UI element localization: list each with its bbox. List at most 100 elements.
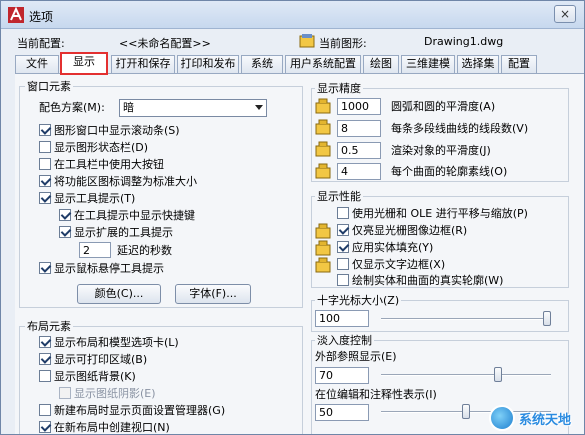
tab-plot-publish[interactable]: 打印和发布 [177, 55, 239, 73]
xref-fade-input[interactable]: 70 [315, 367, 369, 384]
checkbox-label: 在工具提示中显示快捷键 [74, 209, 195, 222]
window-title: 选项 [29, 10, 54, 24]
drawing-file-icon [299, 34, 315, 48]
checkbox-large-buttons[interactable]: 在工具栏中使用大按钮 [39, 158, 164, 174]
crosshair-size-slider-track[interactable] [381, 318, 551, 320]
tab-system[interactable]: 系统 [241, 55, 283, 73]
crosshair-size-title: 十字光标大小(Z) [315, 292, 402, 308]
fonts-button[interactable]: 字体(F)... [175, 284, 251, 304]
current-drawing-value: Drawing1.dwg [424, 35, 504, 48]
tab-user-preferences[interactable]: 用户系统配置 [285, 55, 361, 73]
checkbox-text-boundary[interactable]: 仅显示文字边框(X) [337, 258, 445, 274]
checkbox-show-tooltips[interactable]: 显示工具提示(T) [39, 192, 135, 208]
tab-open-save[interactable]: 打开和保存 [111, 55, 175, 73]
xref-fade-slider-thumb[interactable] [494, 367, 503, 382]
delay-seconds-input[interactable]: 2 [79, 242, 111, 258]
checkbox-box[interactable] [39, 370, 51, 382]
arc-smoothness-label: 圆弧和圆的平滑度(A) [391, 100, 496, 113]
rendered-smoothness-label: 渲染对象的平滑度(J) [391, 144, 491, 157]
checkbox-resize-ribbon-icons[interactable]: 将功能区图标调整为标准大小 [39, 175, 197, 191]
checkbox-rollover-tooltips[interactable]: 显示鼠标悬停工具提示 [39, 262, 164, 278]
checkbox-show-scrollbars[interactable]: 图形窗口中显示滚动条(S) [39, 124, 180, 140]
checkbox-box[interactable] [337, 207, 349, 219]
checkbox-box[interactable] [39, 175, 51, 187]
checkbox-apply-solid-fill[interactable]: 应用实体填充(Y) [337, 241, 433, 257]
checkbox-box[interactable] [337, 241, 349, 253]
checkbox-box[interactable] [39, 158, 51, 170]
tab-profiles[interactable]: 配置 [501, 55, 537, 73]
checkbox-box[interactable] [59, 209, 71, 221]
checkbox-create-viewport[interactable]: 在新布局中创建视口(N) [39, 421, 170, 434]
checkbox-pan-zoom-raster-ole[interactable]: 使用光栅和 OLE 进行平移与缩放(P) [337, 207, 528, 223]
checkbox-label: 显示可打印区域(B) [54, 353, 148, 366]
checkbox-highlight-raster-frame[interactable]: 仅亮显光栅图像边框(R) [337, 224, 467, 240]
close-button[interactable]: × [554, 5, 576, 23]
current-profile-label: 当前配置: [17, 37, 65, 50]
checkbox-page-setup-manager[interactable]: 新建布局时显示页面设置管理器(G) [39, 404, 225, 420]
checkbox-box[interactable] [39, 421, 51, 433]
checkbox-label: 在新布局中创建视口(N) [54, 421, 170, 434]
xref-fade-slider-track[interactable] [381, 374, 551, 376]
checkbox-box[interactable] [39, 192, 51, 204]
color-scheme-select[interactable]: 暗 [119, 99, 267, 117]
checkbox-label: 将功能区图标调整为标准大小 [54, 175, 197, 188]
color-scheme-value: 暗 [123, 101, 134, 114]
polyline-segments-label: 每条多段线曲线的线段数(V) [391, 122, 529, 135]
colors-button[interactable]: 颜色(C)... [77, 284, 161, 304]
setting-saved-in-drawing-icon [315, 223, 331, 239]
tab-drafting[interactable]: 绘图 [363, 55, 399, 73]
checkbox-box [59, 387, 71, 399]
xref-display-label: 外部参照显示(E) [315, 350, 397, 363]
checkbox-label: 图形窗口中显示滚动条(S) [54, 124, 180, 137]
checkbox-extended-tooltips[interactable]: 显示扩展的工具提示 [59, 226, 173, 242]
tab-display[interactable]: 显示 [60, 52, 108, 75]
watermark-text: 系统天地 [519, 413, 572, 428]
contour-lines-input[interactable]: 4 [337, 163, 381, 180]
tab-files[interactable]: 文件 [15, 55, 59, 73]
tab-selection[interactable]: 选择集 [457, 55, 499, 73]
checkbox-paper-shadow: 显示图纸阴影(E) [59, 387, 156, 403]
arc-smoothness-input[interactable]: 1000 [337, 98, 381, 115]
chevron-down-icon [255, 105, 263, 110]
crosshair-size-slider-thumb[interactable] [543, 311, 551, 326]
polyline-segments-input[interactable]: 8 [337, 120, 381, 137]
checkbox-box[interactable] [39, 353, 51, 365]
checkbox-show-shortcut-keys[interactable]: 在工具提示中显示快捷键 [59, 209, 195, 225]
checkbox-box[interactable] [337, 258, 349, 270]
setting-saved-in-drawing-icon [315, 163, 331, 179]
setting-saved-in-drawing-icon [315, 119, 331, 135]
display-performance-title: 显示性能 [315, 188, 363, 204]
checkbox-box[interactable] [337, 224, 349, 236]
autocad-logo-icon [8, 6, 24, 23]
rendered-smoothness-input[interactable]: 0.5 [337, 142, 381, 159]
checkbox-printable-area[interactable]: 显示可打印区域(B) [39, 353, 147, 369]
crosshair-size-input[interactable]: 100 [315, 310, 369, 327]
checkbox-label: 显示图形状态栏(D) [54, 141, 149, 154]
checkbox-box[interactable] [39, 262, 51, 274]
checkbox-layout-model-tabs[interactable]: 显示布局和模型选项卡(L) [39, 336, 179, 352]
title-bar: 选项 × [1, 1, 584, 29]
checkbox-paper-background[interactable]: 显示图纸背景(K) [39, 370, 136, 386]
checkbox-box[interactable] [337, 274, 349, 286]
checkbox-true-silhouettes[interactable]: 绘制实体和曲面的真实轮廓(W) [337, 274, 503, 290]
contour-lines-label: 每个曲面的轮廓素线(O) [391, 165, 508, 178]
checkbox-box[interactable] [39, 141, 51, 153]
tab-3d-modeling[interactable]: 三维建模 [401, 55, 455, 73]
inplace-fade-slider-thumb[interactable] [462, 404, 470, 419]
checkbox-box[interactable] [39, 124, 51, 136]
current-drawing-label: 当前图形: [319, 37, 367, 50]
checkbox-box[interactable] [59, 226, 71, 238]
current-profile-value: <<未命名配置>> [119, 37, 211, 50]
setting-saved-in-drawing-icon [315, 141, 331, 157]
checkbox-box[interactable] [39, 336, 51, 348]
checkbox-label: 显示图纸背景(K) [54, 370, 136, 383]
layout-elements-title: 布局元素 [25, 318, 73, 334]
inplace-fade-input[interactable]: 50 [315, 404, 369, 421]
setting-saved-in-drawing-icon [315, 240, 331, 256]
checkbox-box[interactable] [39, 404, 51, 416]
color-scheme-label: 配色方案(M): [39, 101, 105, 114]
checkbox-label: 新建布局时显示页面设置管理器(G) [54, 404, 226, 417]
checkbox-show-drawing-status-bar[interactable]: 显示图形状态栏(D) [39, 141, 148, 157]
profile-header: 当前配置: <<未命名配置>> 当前图形: Drawing1.dwg [1, 31, 584, 51]
inplace-edit-label: 在位编辑和注释性表示(I) [315, 388, 437, 401]
